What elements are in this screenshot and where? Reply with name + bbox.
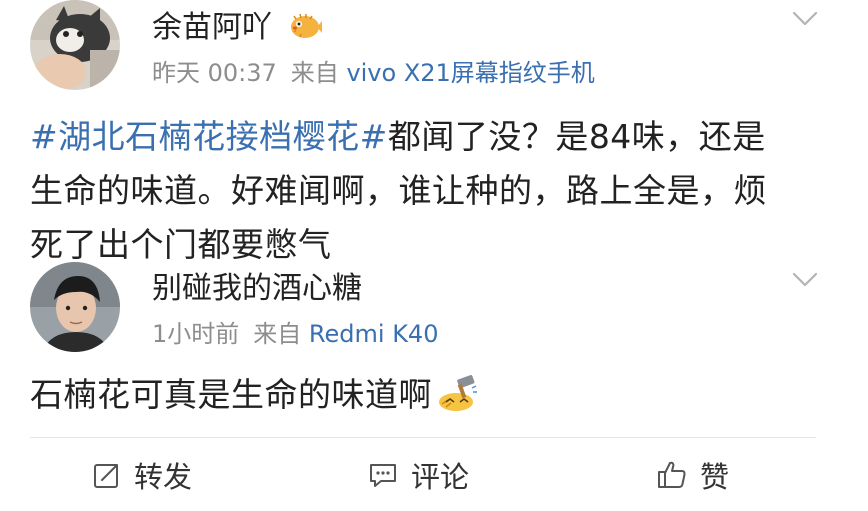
repost-button[interactable]: 转发: [92, 455, 192, 495]
post-text-line-3: 死了出个门都要憋气: [30, 225, 332, 264]
author-avatar[interactable]: [30, 0, 120, 90]
commenter-avatar[interactable]: [30, 262, 120, 352]
author-name[interactable]: 余苗阿吖: [152, 10, 322, 50]
like-label: 赞: [700, 460, 730, 494]
comment-time: 1小时前: [152, 320, 240, 348]
post-text: #湖北石楠花接档樱花#都闻了没？是84味，还是 生命的味道。好难闻啊，谁让种的，…: [30, 110, 830, 272]
post-text-line-2: 生命的味道。好难闻啊，谁让种的，路上全是，烦: [30, 171, 767, 210]
comment-icon: [370, 464, 396, 487]
comment-source[interactable]: Redmi K40: [309, 320, 439, 348]
post-hashtag[interactable]: #湖北石楠花接档樱花#: [30, 117, 388, 156]
thumbs-up-icon: [658, 461, 686, 488]
hammer-sweat-emoji-icon: [436, 374, 478, 428]
repost-label: 转发: [134, 460, 193, 494]
post-meta: 昨天 00:37 来自 vivo X21屏幕指纹手机: [152, 58, 595, 88]
comment-meta: 1小时前 来自 Redmi K40: [152, 319, 438, 349]
chevron-down-icon[interactable]: [792, 11, 818, 27]
comment-button[interactable]: 评论: [367, 455, 469, 495]
divider: [30, 437, 816, 438]
post-text-line-1-rest: 都闻了没？是84味，还是: [387, 117, 766, 156]
post-text-line-1: #湖北石楠花接档樱花#都闻了没？是84味，还是: [30, 110, 830, 164]
chevron-down-icon[interactable]: [792, 272, 818, 288]
pufferfish-emoji-icon: [288, 11, 322, 50]
repost-icon: [94, 464, 118, 488]
like-button[interactable]: 赞: [656, 455, 729, 495]
comment-label: 评论: [411, 460, 470, 494]
author-name-text[interactable]: 余苗阿吖: [152, 10, 272, 45]
weibo-post: 余苗阿吖 昨天 00:37 来自 vivo X21屏幕指纹手机 #湖北石楠花接档樱…: [0, 0, 868, 511]
comment-from-label: 来自: [253, 320, 302, 348]
post-time: 昨天 00:37: [152, 59, 277, 87]
comment-text: 石楠花可真是生命的味道啊: [30, 368, 830, 428]
comment-text-content: 石楠花可真是生命的味道啊: [30, 375, 432, 414]
commenter-name[interactable]: 别碰我的酒心糖: [152, 271, 362, 307]
post-from-label: 来自: [290, 59, 339, 87]
post-source[interactable]: vivo X21屏幕指纹手机: [346, 59, 594, 87]
